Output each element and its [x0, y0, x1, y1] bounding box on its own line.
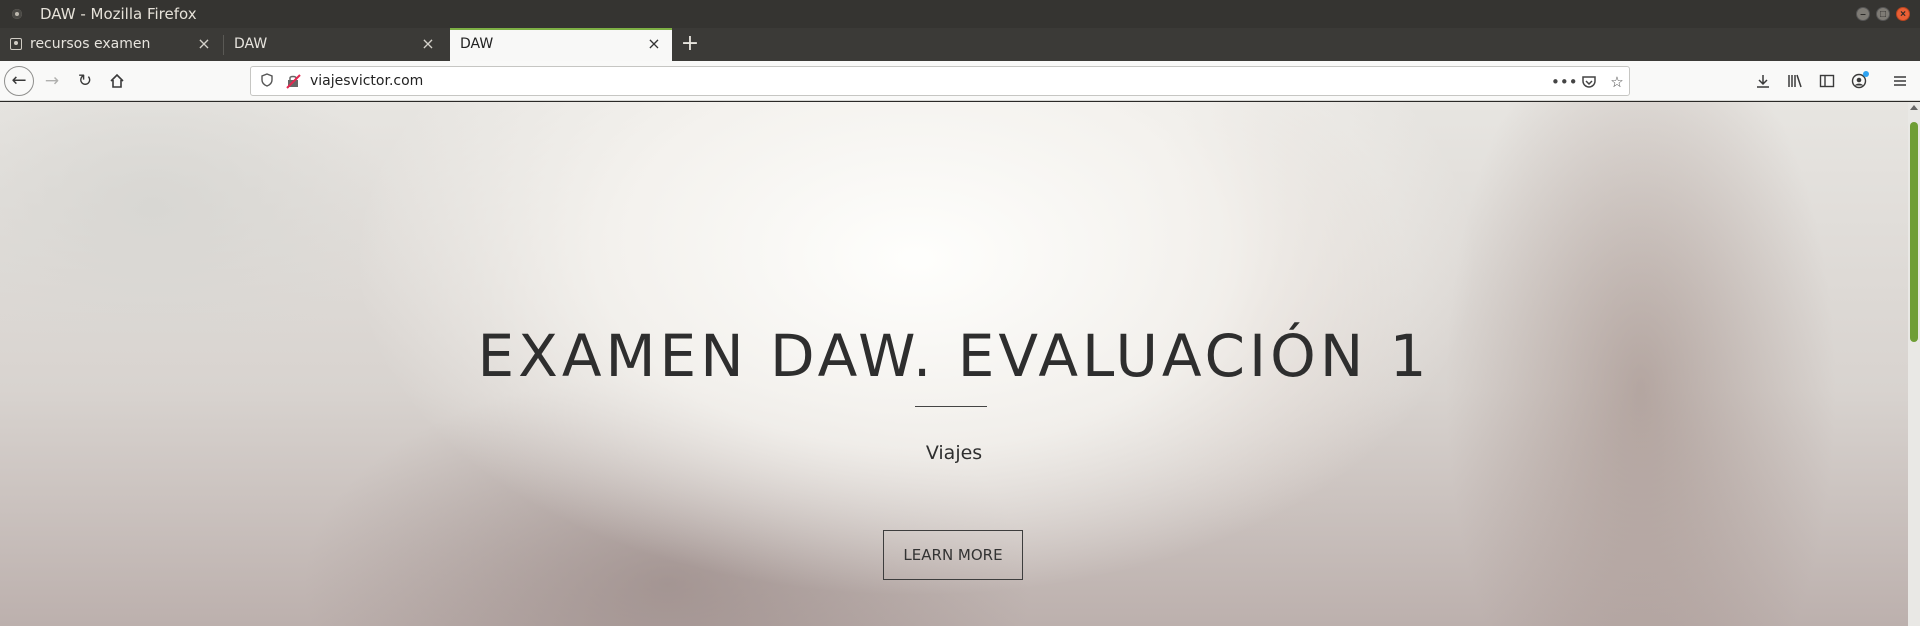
close-tab-icon[interactable]: × [646, 36, 662, 52]
tab-daw-active[interactable]: DAW × [450, 28, 672, 61]
tab-label: DAW [234, 36, 268, 52]
home-button[interactable] [103, 67, 131, 95]
forward-button[interactable]: → [38, 67, 66, 95]
tab-strip: recursos examen × DAW × DAW × + [0, 28, 1920, 61]
library-button[interactable] [1784, 70, 1806, 92]
vertical-scrollbar[interactable] [1908, 102, 1920, 626]
bookmark-star-icon[interactable]: ☆ [1607, 72, 1627, 92]
tracking-protection-icon[interactable] [259, 73, 275, 89]
account-button[interactable] [1848, 70, 1870, 92]
sidebar-icon [1819, 74, 1835, 88]
close-tab-icon[interactable]: × [196, 36, 212, 52]
close-icon: × [1900, 9, 1906, 20]
hero-divider [915, 406, 987, 407]
library-icon [1788, 74, 1802, 88]
sidebar-toggle-button[interactable] [1816, 70, 1838, 92]
tab-label: recursos examen [30, 36, 151, 52]
back-button[interactable]: ← [4, 66, 34, 96]
address-bar[interactable]: viajesvictor.com ••• ☆ [250, 66, 1630, 96]
scroll-up-arrow-icon[interactable] [1910, 105, 1918, 110]
tab-label: DAW [460, 36, 494, 52]
hamburger-menu-icon [1894, 76, 1906, 86]
hero-section: EXAMEN DAW. EVALUACIÓN 1 Viajes LEARN MO… [0, 102, 1908, 626]
notification-badge [1863, 71, 1869, 77]
close-tab-icon[interactable]: × [420, 36, 436, 52]
home-icon [110, 73, 124, 88]
insecure-connection-icon[interactable] [285, 73, 301, 89]
downloads-button[interactable] [1752, 70, 1774, 92]
page-actions-icon[interactable]: ••• [1551, 72, 1578, 92]
url-text[interactable]: viajesvictor.com [310, 73, 423, 89]
close-window-button[interactable]: × [1896, 7, 1910, 21]
minimize-button[interactable]: – [1856, 7, 1870, 21]
window-title: DAW - Mozilla Firefox [40, 5, 197, 23]
maximize-icon: □ [1879, 9, 1887, 20]
hero-title: EXAMEN DAW. EVALUACIÓN 1 [477, 322, 1431, 390]
open-menu-button[interactable] [1889, 70, 1911, 92]
reload-button[interactable]: ↻ [71, 67, 99, 95]
app-menu-icon[interactable] [12, 9, 22, 19]
tab-recursos-examen[interactable]: recursos examen × [0, 28, 222, 61]
tab-daw[interactable]: DAW × [224, 28, 446, 61]
scrollbar-thumb[interactable] [1910, 122, 1918, 342]
hero-subtitle: Viajes [925, 442, 983, 464]
new-tab-button[interactable]: + [677, 31, 703, 57]
download-icon [1757, 75, 1769, 88]
navigation-toolbar: ← → ↻ viajesvictor.com ••• ☆ [0, 61, 1920, 101]
page-content: EXAMEN DAW. EVALUACIÓN 1 Viajes LEARN MO… [0, 102, 1908, 626]
window-titlebar: DAW - Mozilla Firefox – □ × [0, 0, 1920, 28]
minimize-icon: – [1860, 9, 1866, 20]
maximize-button[interactable]: □ [1876, 7, 1890, 21]
pocket-icon[interactable] [1579, 72, 1599, 92]
page-favicon-icon [10, 38, 22, 50]
learn-more-button[interactable]: LEARN MORE [883, 530, 1023, 580]
